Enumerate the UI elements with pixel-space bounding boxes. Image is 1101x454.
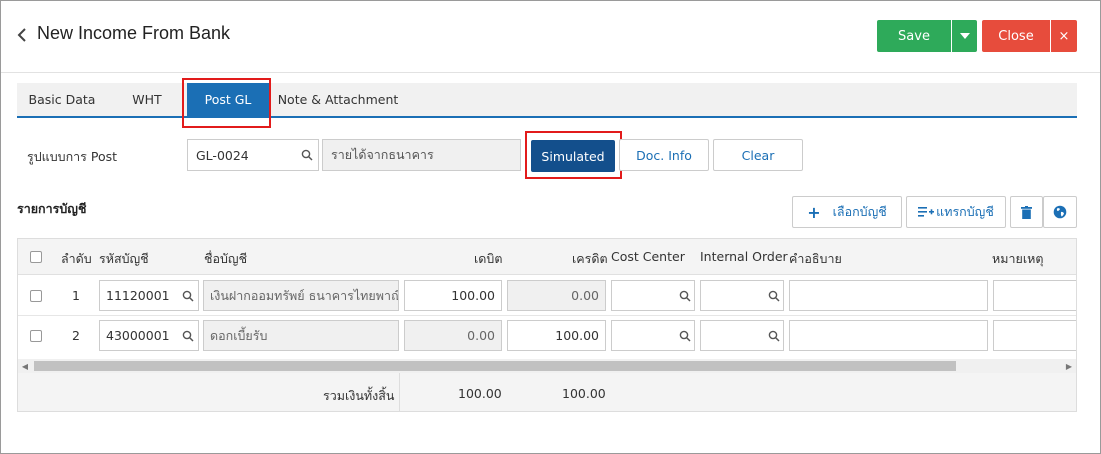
credit-total: 100.00 [562, 386, 606, 401]
search-icon[interactable] [301, 149, 313, 161]
search-icon[interactable] [182, 330, 194, 342]
delete-button[interactable] [1010, 196, 1043, 228]
table-row: 1 11120001 เงินฝากออมทรัพย์ ธนาคารไทยพาณ… [18, 276, 1076, 316]
insert-account-button[interactable]: แทรกบัญชี [906, 196, 1006, 228]
header-code: รหัสบัญชี [99, 251, 149, 266]
debit-value: 100.00 [451, 288, 495, 303]
doc-info-button[interactable]: Doc. Info [619, 139, 709, 171]
post-code-value: GL-0024 [196, 147, 249, 163]
row-number: 2 [72, 328, 80, 343]
page-title: New Income From Bank [37, 23, 231, 43]
insert-list-icon [918, 207, 935, 217]
table-footer: รวมเงินทั้งสิ้น 100.00 100.00 [18, 373, 1076, 411]
description-input[interactable] [789, 320, 988, 351]
horizontal-scrollbar[interactable]: ◀ ▶ [18, 359, 1076, 373]
chevron-left-icon[interactable] [15, 25, 29, 45]
table-header: ลำดับ รหัสบัญชี ชื่อบัญชี เดบิต เครดิต C… [18, 239, 1076, 275]
language-button[interactable] [1043, 196, 1077, 228]
debit-input[interactable]: 100.00 [404, 280, 502, 311]
tab-bar: Basic Data WHT Post GL Note & Attachment [17, 83, 1077, 118]
table-row: 2 43000001 ดอกเบี้ยรับ 0.00 100.00 [18, 316, 1076, 356]
plus-icon: + [807, 202, 821, 222]
caret-down-icon [959, 33, 970, 39]
header-debit: เดบิต [474, 251, 503, 266]
post-name-field: รายได้จากธนาคาร [322, 139, 521, 171]
select-account-label: เลือกบัญชี [832, 204, 887, 219]
search-icon[interactable] [679, 290, 691, 302]
clear-button[interactable]: Clear [713, 139, 803, 171]
header-internal-order: Internal Order [700, 249, 788, 264]
account-code-value: 43000001 [106, 328, 170, 343]
footer-divider [399, 373, 400, 411]
simulated-button[interactable]: Simulated [531, 140, 615, 172]
total-label: รวมเงินทั้งสิ้น [323, 388, 395, 403]
account-name-value: เงินฝากออมทรัพย์ ธนาคารไทยพาณิชย์ [210, 287, 399, 303]
scroll-left-icon[interactable]: ◀ [18, 359, 32, 373]
scrollbar-thumb[interactable] [34, 361, 956, 371]
remark-input[interactable] [993, 280, 1076, 311]
save-button[interactable]: Save [877, 20, 951, 52]
close-x-button[interactable]: × [1051, 20, 1077, 52]
search-icon[interactable] [768, 290, 780, 302]
post-code-input[interactable]: GL-0024 [187, 139, 319, 171]
credit-value: 100.00 [555, 328, 599, 343]
header-cost-center: Cost Center [611, 249, 685, 264]
debit-input[interactable]: 0.00 [404, 320, 502, 351]
tab-note-attachment[interactable]: Note & Attachment [275, 83, 401, 116]
page-header: New Income From Bank Save Close × [1, 1, 1100, 73]
credit-input[interactable]: 100.00 [507, 320, 606, 351]
post-name-value: รายได้จากธนาคาร [331, 147, 434, 162]
header-remark: หมายเหตุ [992, 251, 1044, 266]
header-credit: เครดิต [572, 251, 608, 266]
remark-input[interactable] [993, 320, 1076, 351]
header-name: ชื่อบัญชี [204, 251, 248, 266]
debit-total: 100.00 [458, 386, 502, 401]
scroll-right-icon[interactable]: ▶ [1062, 359, 1076, 373]
credit-input[interactable]: 0.00 [507, 280, 606, 311]
search-icon[interactable] [768, 330, 780, 342]
row-checkbox[interactable] [30, 330, 42, 342]
description-input[interactable] [789, 280, 988, 311]
row-number: 1 [72, 288, 80, 303]
search-icon[interactable] [679, 330, 691, 342]
select-account-button[interactable]: + เลือกบัญชี [792, 196, 902, 228]
trash-icon [1021, 205, 1032, 219]
header-description: คำอธิบาย [789, 251, 842, 266]
tab-wht[interactable]: WHT [117, 83, 177, 116]
select-all-checkbox[interactable] [30, 251, 42, 263]
account-code-value: 11120001 [106, 288, 170, 303]
search-icon[interactable] [182, 290, 194, 302]
accounts-table: ลำดับ รหัสบัญชี ชื่อบัญชี เดบิต เครดิต C… [17, 238, 1077, 412]
globe-icon [1053, 205, 1067, 219]
window: New Income From Bank Save Close × Basic … [0, 0, 1101, 454]
account-name-field: ดอกเบี้ยรับ [203, 320, 399, 351]
post-format-label: รูปแบบการ Post [27, 149, 118, 164]
row-checkbox[interactable] [30, 290, 42, 302]
account-name-value: ดอกเบี้ยรับ [210, 327, 268, 343]
accounts-section-title: รายการบัญชี [17, 201, 87, 216]
insert-account-label: แทรกบัญชี [936, 204, 994, 219]
header-no: ลำดับ [61, 251, 92, 266]
credit-value: 0.00 [571, 288, 599, 303]
tab-basic-data[interactable]: Basic Data [17, 83, 107, 116]
tab-post-gl[interactable]: Post GL [187, 83, 269, 116]
account-name-field: เงินฝากออมทรัพย์ ธนาคารไทยพาณิชย์ [203, 280, 399, 311]
debit-value: 0.00 [467, 328, 495, 343]
save-options-button[interactable] [952, 20, 977, 52]
close-button[interactable]: Close [982, 20, 1050, 52]
